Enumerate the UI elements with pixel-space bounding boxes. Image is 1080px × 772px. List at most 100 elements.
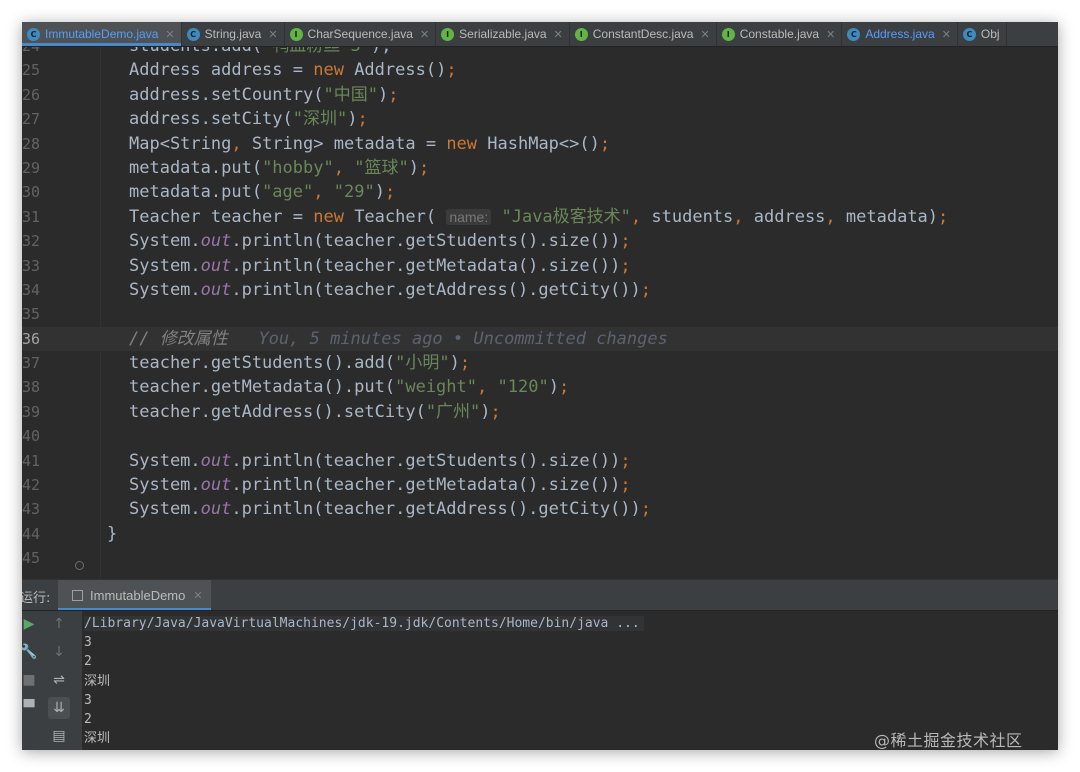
code-line: 33 System.out.println(teacher.getMetadat… (22, 254, 1058, 278)
code-line: 39 teacher.getAddress().setCity("广州"); (22, 400, 1058, 424)
close-icon[interactable]: ✕ (826, 28, 835, 41)
code-editor[interactable]: 24 students.add("鸭血粉丝 3"); 25 Address ad… (22, 47, 1058, 579)
console-line: 3 (84, 692, 92, 708)
console-output[interactable]: /Library/Java/JavaVirtualMachines/jdk-19… (84, 614, 644, 748)
line-number: 39 (22, 402, 41, 421)
close-icon[interactable]: ✕ (942, 28, 951, 41)
tab-label: Address.java (865, 27, 935, 41)
tab-serializable[interactable]: I Serializable.java ✕ (436, 22, 570, 46)
code-line: 25 Address address = new Address(); (22, 58, 1058, 82)
tab-address[interactable]: C Address.java ✕ (842, 22, 958, 46)
line-number: 25 (22, 61, 41, 80)
code-line: 38 teacher.getMetadata().put("weight", "… (22, 375, 1058, 399)
code-text: } (107, 523, 118, 544)
code-text: System.out.println(teacher.getMetadata()… (129, 475, 631, 496)
line-number: 40 (22, 427, 41, 446)
scroll-to-end-icon[interactable]: ⇊ (48, 697, 70, 719)
code-line: 34 System.out.println(teacher.getAddress… (22, 278, 1058, 302)
line-number: 43 (22, 500, 41, 519)
line-number: 44 (22, 524, 41, 543)
code-text: System.out.println(teacher.getStudents()… (129, 450, 631, 471)
line-number: 29 (22, 158, 41, 177)
code-text: address.setCity("深圳"); (129, 109, 368, 130)
stop-icon[interactable]: ■ (22, 669, 40, 691)
tab-label: Obj (980, 27, 1000, 41)
line-number: 38 (22, 378, 41, 397)
line-number: 31 (22, 207, 41, 226)
arrow-up-icon[interactable]: ↑ (48, 613, 70, 635)
code-line: 41 System.out.println(teacher.getStudent… (22, 449, 1058, 473)
close-icon[interactable]: ✕ (420, 28, 429, 41)
code-text: Address address = new Address(); (129, 60, 457, 81)
code-line: 37 teacher.getStudents().add("小明"); (22, 351, 1058, 375)
line-number: 45 (22, 549, 41, 568)
code-text: // 修改属性 You, 5 minutes ago • Uncommitted… (129, 328, 668, 349)
tab-label: CharSequence.java (307, 27, 413, 41)
tab-immutabledemo[interactable]: C ImmutableDemo.java ✕ (22, 22, 182, 46)
class-icon: C (847, 27, 861, 41)
line-number: 41 (22, 451, 41, 470)
editor-tab-bar: C ImmutableDemo.java ✕ C String.java ✕ I Char… (22, 22, 1058, 47)
arrow-down-icon[interactable]: ↓ (48, 641, 70, 663)
code-line: 27 address.setCity("深圳"); (22, 107, 1058, 131)
code-text: System.out.println(teacher.getAddress().… (129, 499, 652, 520)
close-icon[interactable]: ✕ (700, 28, 709, 41)
line-number: 27 (22, 110, 41, 129)
code-text: students.add("鸭血粉丝 3"); (129, 47, 392, 58)
code-text: teacher.getAddress().setCity("广州"); (129, 401, 501, 422)
git-blame-annotation: You, 5 minutes ago • Uncommitted changes (258, 328, 668, 349)
code-text: teacher.getMetadata().put("weight", "120… (129, 377, 570, 398)
close-icon[interactable]: ✕ (268, 28, 277, 41)
code-text: System.out.println(teacher.getStudents()… (129, 231, 631, 252)
tab-constable[interactable]: I Constable.java ✕ (717, 22, 843, 46)
class-icon: C (186, 27, 200, 41)
code-text: metadata.put("age", "29"); (129, 182, 396, 203)
code-line: 44 } (22, 522, 1058, 546)
code-text: Teacher teacher = new Teacher( name: "Ja… (129, 206, 949, 227)
tab-object[interactable]: C Obj (958, 22, 1007, 46)
console-line: 深圳 (84, 673, 111, 689)
interface-icon: I (574, 27, 588, 41)
run-tool-window: 运行: ImmutableDemo ✕ ▶ ↑ 🔧 ↓ ■ ⇌ ▀ ⇊ ▤ /L… (22, 579, 1058, 750)
tab-label: String.java (204, 27, 262, 41)
line-number: 37 (22, 354, 41, 373)
tab-label: Constable.java (739, 27, 820, 41)
class-icon: C (962, 27, 976, 41)
run-tab-label: ImmutableDemo (90, 587, 186, 603)
run-header: 运行: ImmutableDemo ✕ (22, 580, 1058, 611)
soft-wrap-icon[interactable]: ⇌ (48, 669, 70, 691)
ide-window: C ImmutableDemo.java ✕ C String.java ✕ I Char… (22, 22, 1058, 750)
tab-label: ImmutableDemo.java (45, 27, 159, 41)
code-line-current[interactable]: 36 // 修改属性 You, 5 minutes ago • Uncommit… (22, 326, 1058, 352)
line-number: 33 (22, 256, 41, 275)
watermark: @稀土掘金技术社区 (874, 731, 1023, 750)
close-icon[interactable]: ✕ (554, 28, 563, 41)
interface-icon: I (289, 27, 303, 41)
code-line: 40 (22, 424, 1058, 448)
run-tab-immutabledemo[interactable]: ImmutableDemo ✕ (58, 580, 211, 610)
code-line: 35 (22, 302, 1058, 326)
tab-string[interactable]: C String.java ✕ (182, 22, 285, 46)
close-icon[interactable]: ✕ (165, 28, 174, 41)
tab-constantdesc[interactable]: I ConstantDesc.java ✕ (570, 22, 717, 46)
interface-icon: I (441, 27, 455, 41)
layout-icon[interactable]: ▀ (22, 697, 40, 719)
run-toolbar: ▶ ↑ 🔧 ↓ ■ ⇌ ▀ ⇊ ▤ (22, 611, 82, 750)
code-line: 29 metadata.put("hobby", "篮球"); (22, 156, 1058, 180)
line-number: 35 (22, 305, 41, 324)
code-text: address.setCountry("中国"); (129, 84, 399, 105)
close-icon[interactable]: ✕ (193, 589, 202, 602)
run-label: 运行: (22, 591, 51, 606)
code-line: 45 (22, 546, 1058, 570)
code-text: metadata.put("hobby", "篮球"); (129, 157, 430, 178)
console-line: /Library/Java/JavaVirtualMachines/jdk-19… (84, 614, 644, 633)
line-number: 26 (22, 85, 41, 104)
code-line: 42 System.out.println(teacher.getMetadat… (22, 473, 1058, 497)
wrench-icon[interactable]: 🔧 (22, 641, 40, 663)
tab-charsequence[interactable]: I CharSequence.java ✕ (285, 22, 437, 46)
code-text: Map<String, String> metadata = new HashM… (129, 133, 611, 154)
console-line: 2 (84, 654, 92, 670)
line-number: 30 (22, 183, 41, 202)
rerun-icon[interactable]: ▶ (22, 613, 40, 635)
print-icon[interactable]: ▤ (48, 725, 70, 747)
